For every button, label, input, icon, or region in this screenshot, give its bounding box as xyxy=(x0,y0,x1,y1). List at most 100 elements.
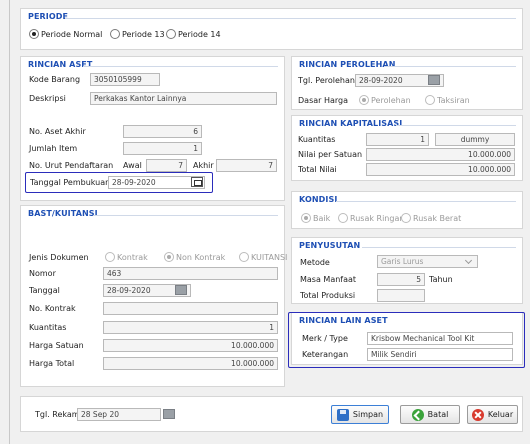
periode-normal-radio[interactable] xyxy=(29,29,39,39)
tanggal-calendar-icon[interactable] xyxy=(175,285,187,295)
bast-title-rule xyxy=(93,215,278,216)
metode-label: Metode xyxy=(300,258,330,267)
penyusutan-title-rule xyxy=(362,247,516,248)
jenis-non-kontrak-radio[interactable] xyxy=(164,252,174,262)
periode-title-rule xyxy=(65,18,516,19)
periode-13-radio[interactable] xyxy=(110,29,120,39)
close-icon xyxy=(471,408,484,421)
masa-manfaat-field[interactable]: 5 xyxy=(377,273,425,286)
rincian-aset-title-rule xyxy=(83,66,278,67)
jenis-kontrak-label[interactable]: Kontrak xyxy=(117,253,148,262)
periode-14-label[interactable]: Periode 14 xyxy=(178,30,221,39)
tgl-rekam-field[interactable]: 28 Sep 20 xyxy=(77,408,161,421)
kondisi-panel: KONDISI Baik Rusak Ringan Rusak Berat xyxy=(291,191,523,229)
keluar-label: Keluar xyxy=(487,410,514,419)
dasar-taksiran-label[interactable]: Taksiran xyxy=(437,96,470,105)
dasar-perolehan-radio[interactable] xyxy=(359,95,369,105)
deskripsi-field[interactable]: Perkakas Kantor Lainnya xyxy=(90,92,277,105)
tgl-perolehan-label: Tgl. Perolehan xyxy=(298,76,355,85)
harga-total-label: Harga Total xyxy=(29,359,75,368)
kondisi-title: KONDISI xyxy=(299,195,338,204)
kondisi-rusak-ringan-radio[interactable] xyxy=(338,213,348,223)
periode-normal-label[interactable]: Periode Normal xyxy=(41,30,102,39)
batal-label: Batal xyxy=(427,410,449,419)
periode-title: PERIODE xyxy=(28,12,69,21)
undo-icon xyxy=(411,408,424,421)
kondisi-baik-radio[interactable] xyxy=(301,213,311,223)
batal-button[interactable]: Batal xyxy=(400,405,460,424)
save-icon xyxy=(336,408,349,421)
deskripsi-label: Deskripsi xyxy=(29,94,66,103)
akhir-field[interactable]: 7 xyxy=(216,159,277,172)
bast-panel: BAST/KUITANSI Jenis Dokumen Kontrak Non … xyxy=(20,205,287,387)
simpan-button[interactable]: Simpan xyxy=(331,405,389,424)
jenis-dokumen-label: Jenis Dokumen xyxy=(29,253,89,262)
jumlah-item-label: Jumlah Item xyxy=(29,144,78,153)
total-nilai-field[interactable]: 10.000.000 xyxy=(366,163,515,176)
total-produksi-label: Total Produksi xyxy=(300,291,356,300)
kap-kuantitas-label: Kuantitas xyxy=(298,135,336,144)
rincian-aset-title: RINCIAN ASET xyxy=(28,60,93,69)
tgl-perolehan-calendar-icon[interactable] xyxy=(428,75,440,85)
penyusutan-title: PENYUSUTAN xyxy=(299,241,361,250)
periode-13-label[interactable]: Periode 13 xyxy=(122,30,165,39)
rincian-perolehan-panel: RINCIAN PEROLEHAN Tgl. Perolehan 28-09-2… xyxy=(291,56,523,110)
keluar-button[interactable]: Keluar xyxy=(467,405,518,424)
nomor-label: Nomor xyxy=(29,269,56,278)
nilai-per-satuan-label: Nilai per Satuan xyxy=(298,150,363,159)
footer-panel: Tgl. Rekam 28 Sep 20 Simpan Batal Keluar xyxy=(20,396,523,432)
jenis-kuitansi-radio[interactable] xyxy=(239,252,249,262)
periode-14-radio[interactable] xyxy=(166,29,176,39)
kap-satuan-field[interactable]: dummy xyxy=(435,133,515,146)
dasar-harga-label: Dasar Harga xyxy=(298,96,349,105)
rincian-lain-highlight xyxy=(288,312,525,368)
kondisi-title-rule xyxy=(336,201,516,202)
jenis-non-kontrak-label[interactable]: Non Kontrak xyxy=(176,253,225,262)
harga-satuan-label: Harga Satuan xyxy=(29,341,84,350)
metode-select[interactable]: Garis Lurus xyxy=(377,255,478,268)
awal-label: Awal xyxy=(123,161,142,170)
kap-kuantitas-field[interactable]: 1 xyxy=(366,133,429,146)
akhir-label: Akhir xyxy=(193,161,214,170)
penyusutan-panel: PENYUSUTAN Metode Garis Lurus Masa Manfa… xyxy=(291,237,523,304)
periode-panel: PERIODE Periode Normal Periode 13 Period… xyxy=(20,8,523,50)
kuantitas-label: Kuantitas xyxy=(29,323,67,332)
kondisi-rusak-berat-radio[interactable] xyxy=(401,213,411,223)
no-urut-label: No. Urut Pendaftaran xyxy=(29,161,114,170)
kondisi-rusak-berat-label[interactable]: Rusak Berat xyxy=(413,214,461,223)
kondisi-rusak-ringan-label[interactable]: Rusak Ringan xyxy=(350,214,404,223)
rincian-aset-panel: RINCIAN ASET Kode Barang 3050105999 Desk… xyxy=(20,56,285,201)
harga-satuan-field[interactable]: 10.000.000 xyxy=(103,339,278,352)
asset-form-window: PERIODE Periode Normal Periode 13 Period… xyxy=(9,0,525,444)
jenis-kuitansi-label[interactable]: KUITANSI xyxy=(251,253,287,262)
rincian-perolehan-title: RINCIAN PEROLEHAN xyxy=(299,60,396,69)
total-nilai-label: Total Nilai xyxy=(298,165,337,174)
harga-total-field[interactable]: 10.000.000 xyxy=(103,357,278,370)
no-kontrak-label: No. Kontrak xyxy=(29,304,76,313)
rincian-kapitalisasi-title: RINCIAN KAPITALISASI xyxy=(299,119,403,128)
rincian-kapitalisasi-title-rule xyxy=(396,125,516,126)
nilai-per-satuan-field[interactable]: 10.000.000 xyxy=(366,148,515,161)
kode-barang-field[interactable]: 3050105999 xyxy=(90,73,160,86)
tanggal-label: Tanggal xyxy=(29,286,60,295)
tahun-label: Tahun xyxy=(429,275,453,284)
kuantitas-field[interactable]: 1 xyxy=(103,321,278,334)
no-aset-akhir-field[interactable]: 6 xyxy=(123,125,202,138)
nomor-field[interactable]: 463 xyxy=(103,267,278,280)
tanggal-pembukuan-label: Tanggal Pembukuan xyxy=(30,178,111,187)
dasar-taksiran-radio[interactable] xyxy=(425,95,435,105)
jenis-kontrak-radio[interactable] xyxy=(105,252,115,262)
awal-field[interactable]: 7 xyxy=(146,159,187,172)
bast-title: BAST/KUITANSI xyxy=(28,209,98,218)
rincian-perolehan-title-rule xyxy=(384,66,516,67)
no-kontrak-field[interactable] xyxy=(103,302,278,315)
jumlah-item-field[interactable]: 1 xyxy=(123,142,202,155)
simpan-label: Simpan xyxy=(352,410,384,419)
tanggal-pembukuan-calendar-icon[interactable] xyxy=(191,177,203,187)
masa-manfaat-label: Masa Manfaat xyxy=(300,275,357,284)
dasar-perolehan-label[interactable]: Perolehan xyxy=(371,96,411,105)
total-produksi-field[interactable] xyxy=(377,289,425,302)
tgl-rekam-calendar-icon[interactable] xyxy=(163,409,175,419)
kondisi-baik-label[interactable]: Baik xyxy=(313,214,330,223)
rincian-kapitalisasi-panel: RINCIAN KAPITALISASI Kuantitas 1 dummy N… xyxy=(291,115,523,181)
